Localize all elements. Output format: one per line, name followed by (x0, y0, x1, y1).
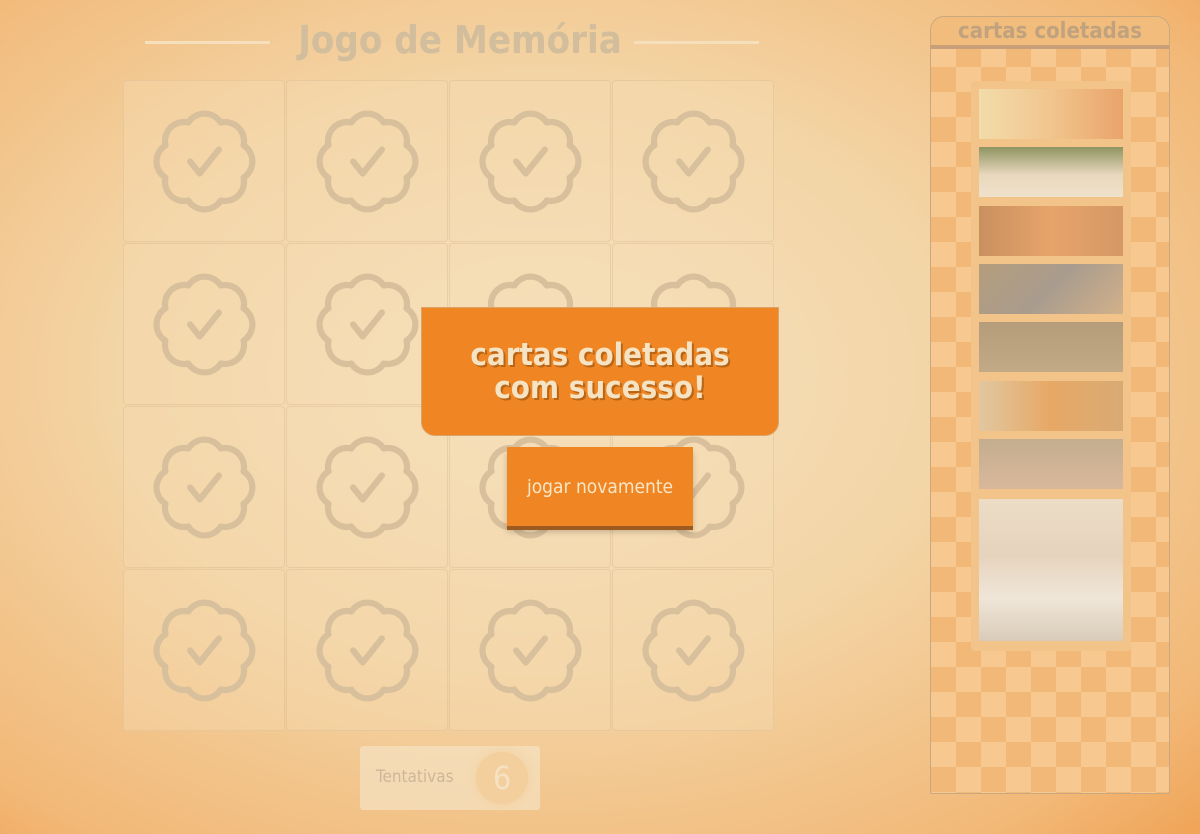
memory-card[interactable] (286, 569, 448, 731)
cat-photo-7 (979, 439, 1123, 489)
attempts-counter: Tentativas 6 (360, 746, 540, 810)
attempts-value: 6 (476, 752, 528, 804)
memory-card[interactable] (612, 80, 774, 242)
badge-check-icon (641, 110, 744, 212)
memory-card[interactable] (449, 80, 611, 242)
memory-card[interactable] (286, 80, 448, 242)
collected-cards-title: cartas coletadas (931, 17, 1169, 49)
memory-card[interactable] (123, 80, 285, 242)
memory-card[interactable] (123, 243, 285, 405)
success-line-1: cartas coletadas (470, 336, 730, 373)
badge-check-icon (152, 436, 255, 538)
collected-cards-panel: cartas coletadas (930, 16, 1170, 794)
cat-photo-4 (979, 264, 1123, 314)
memory-card[interactable] (123, 569, 285, 731)
cat-photo-8 (979, 499, 1123, 641)
badge-check-icon (315, 110, 418, 212)
cat-photo-3 (979, 206, 1123, 256)
badge-check-icon (152, 599, 255, 701)
success-message: cartas coletadas com sucesso! (421, 307, 779, 436)
badge-check-icon (315, 273, 418, 375)
page-title: Jogo de Memória (298, 18, 622, 62)
success-line-2: com sucesso! (494, 369, 706, 406)
badge-check-icon (478, 599, 581, 701)
badge-check-icon (641, 599, 744, 701)
collected-cards-stack (971, 81, 1131, 651)
memory-card[interactable] (612, 569, 774, 731)
badge-check-icon (315, 599, 418, 701)
cat-photo-1 (979, 89, 1123, 139)
badge-check-icon (152, 110, 255, 212)
badge-check-icon (478, 110, 581, 212)
badge-check-icon (315, 436, 418, 538)
play-again-button[interactable]: jogar novamente (507, 447, 693, 526)
memory-card[interactable] (123, 406, 285, 568)
cat-photo-6 (979, 381, 1123, 431)
cat-photo-5 (979, 322, 1123, 372)
attempts-label: Tentativas (376, 767, 454, 787)
cat-photo-2 (979, 147, 1123, 197)
badge-check-icon (152, 273, 255, 375)
memory-card[interactable] (449, 569, 611, 731)
